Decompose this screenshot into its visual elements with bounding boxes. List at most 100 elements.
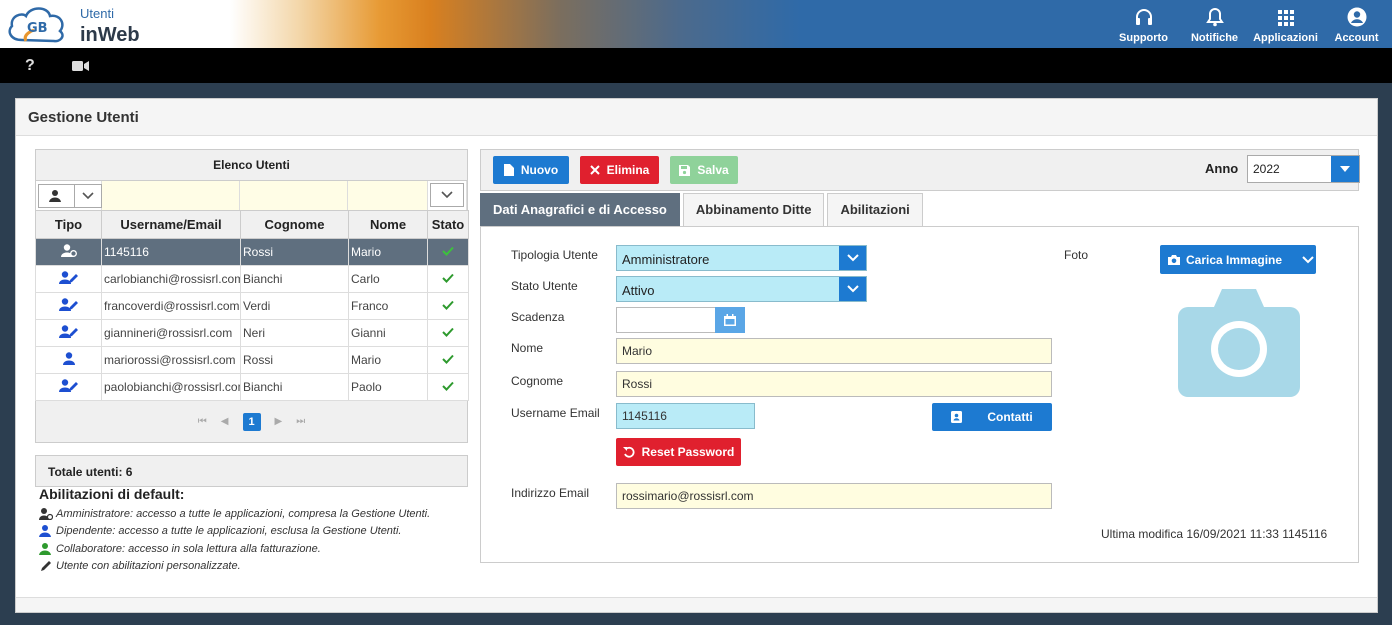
tab-abbinamento-ditte[interactable]: Abbinamento Ditte [682, 193, 825, 226]
undo-icon [622, 446, 635, 458]
legend-custom: Utente con abilitazioni personalizzate. [39, 558, 469, 576]
table-row[interactable]: francoverdi@rossisrl.com Verdi Franco [35, 292, 469, 320]
calendar-button[interactable] [715, 307, 745, 333]
status-cell [427, 346, 469, 374]
table-row[interactable]: mariorossi@rossisrl.com Rossi Mario [35, 346, 469, 374]
username-filter-input[interactable] [102, 181, 240, 210]
user-type-cell [35, 265, 102, 293]
reset-password-button[interactable]: Reset Password [616, 438, 741, 466]
video-camera-icon[interactable] [72, 60, 90, 72]
tab-abilitazioni[interactable]: Abilitazioni [827, 193, 923, 226]
email-input[interactable]: rossimario@rossisrl.com [616, 483, 1052, 509]
headset-icon [1135, 9, 1152, 25]
username-cell: 1145116 [101, 238, 241, 266]
secondary-toolbar: ? [0, 48, 1392, 83]
surname-cell: Rossi [240, 346, 349, 374]
user-edit-icon [58, 298, 78, 311]
surname-filter-input[interactable] [240, 181, 348, 210]
camera-icon [1168, 254, 1180, 265]
chevron-down-icon [82, 191, 94, 199]
col-stato[interactable]: Stato [427, 210, 469, 239]
delete-button[interactable]: Elimina [580, 156, 659, 184]
col-nome[interactable]: Nome [348, 210, 428, 239]
tipologia-dropdown-button[interactable] [839, 246, 866, 270]
col-username[interactable]: Username/Email [101, 210, 241, 239]
form-tabs: Dati Anagrafici e di Accesso Abbinamento… [480, 193, 923, 226]
record-toolbar: Nuovo Elimina Salva Anno 2022 [480, 149, 1360, 191]
main-card: Gestione Utenti Elenco Utenti Tipo Usern… [15, 98, 1378, 613]
col-cognome[interactable]: Cognome [240, 210, 349, 239]
check-icon [442, 327, 454, 337]
type-filter-select[interactable] [36, 181, 102, 210]
year-value: 2022 [1253, 162, 1280, 176]
surname-cell: Rossi [240, 238, 349, 266]
contatti-button[interactable]: Contatti [932, 403, 1052, 431]
employee-user-icon [39, 525, 51, 538]
cognome-input[interactable]: Rossi [616, 371, 1052, 397]
last-page-icon[interactable]: ⏭ [296, 416, 305, 427]
status-cell [427, 319, 469, 347]
check-icon [442, 381, 454, 391]
first-page-icon[interactable]: ⏮ [198, 416, 207, 427]
stato-value: Attivo [622, 283, 655, 298]
nav-supporto-label: Supporto [1119, 32, 1168, 44]
nav-applicazioni-label: Applicazioni [1253, 32, 1318, 44]
next-page-icon[interactable]: ▶ [275, 416, 283, 427]
stato-dropdown-button[interactable] [839, 277, 866, 301]
surname-cell: Neri [240, 319, 349, 347]
check-icon [442, 354, 454, 364]
nav-account[interactable]: Account [1321, 0, 1392, 48]
users-table: Tipo Username/Email Cognome Nome Stato 1… [35, 210, 469, 401]
nome-label: Nome [511, 341, 544, 355]
cognome-label: Cognome [511, 374, 564, 388]
nav-notifiche[interactable]: Notifiche [1179, 0, 1250, 48]
username-cell: mariorossi@rossisrl.com [101, 346, 241, 374]
floppy-disk-icon [679, 164, 691, 176]
save-button[interactable]: Salva [670, 156, 738, 184]
current-page[interactable]: 1 [242, 412, 261, 431]
year-select[interactable]: 2022 [1247, 155, 1360, 183]
stato-select[interactable]: Attivo [616, 276, 867, 302]
app-logo[interactable]: GB Utenti inWeb [4, 4, 154, 46]
tipologia-label: Tipologia Utente [511, 248, 598, 262]
nav-supporto[interactable]: Supporto [1108, 0, 1179, 48]
scadenza-input[interactable] [616, 307, 716, 333]
grid-icon [1277, 10, 1294, 26]
upload-image-button[interactable]: Carica Immagine [1160, 245, 1316, 274]
close-icon [589, 165, 600, 175]
tipologia-select[interactable]: Amministratore [616, 245, 867, 271]
chevron-down-icon[interactable] [1302, 255, 1314, 264]
new-button[interactable]: Nuovo [493, 156, 569, 184]
new-button-label: Nuovo [520, 163, 559, 177]
name-filter-input[interactable] [348, 181, 428, 210]
user-filter-icon [49, 189, 62, 202]
scadenza-label: Scadenza [511, 310, 565, 324]
name-cell: Franco [348, 292, 428, 320]
help-icon[interactable]: ? [25, 57, 35, 75]
tab-dati-anagrafici[interactable]: Dati Anagrafici e di Accesso [480, 193, 680, 226]
table-row[interactable]: carlobianchi@rossisrl.com Bianchi Carlo [35, 265, 469, 293]
nome-input[interactable]: Mario [616, 338, 1052, 364]
table-row[interactable]: paolobianchi@rossisrl.com Bianchi Paolo [35, 373, 469, 401]
legend-collaborator: Collaboratore: accesso in sola lettura a… [39, 540, 469, 558]
status-cell [427, 238, 469, 266]
username-input[interactable]: 1145116 [616, 403, 755, 429]
col-tipo[interactable]: Tipo [35, 210, 102, 239]
status-filter-select[interactable] [428, 181, 467, 210]
legend-admin-text: Amministratore: accesso a tutte le appli… [56, 507, 431, 520]
nav-applicazioni[interactable]: Applicazioni [1250, 0, 1321, 48]
table-row[interactable]: giannineri@rossisrl.com Neri Gianni [35, 319, 469, 347]
user-edit-icon [58, 271, 78, 284]
username-label: Username Email [511, 406, 600, 420]
name-cell: Paolo [348, 373, 428, 401]
collaborator-user-icon [39, 542, 51, 555]
year-dropdown-button[interactable] [1331, 156, 1359, 182]
admin-user-icon [60, 244, 77, 257]
email-label: Indirizzo Email [511, 486, 590, 500]
camera-placeholder-icon [1178, 289, 1300, 397]
caret-down-icon [1340, 166, 1350, 172]
table-row[interactable]: 1145116 Rossi Mario [35, 238, 469, 266]
top-navigation: Supporto Notifiche Applicazioni Account [1108, 0, 1392, 48]
prev-page-icon[interactable]: ◀ [221, 416, 229, 427]
username-cell: giannineri@rossisrl.com [101, 319, 241, 347]
